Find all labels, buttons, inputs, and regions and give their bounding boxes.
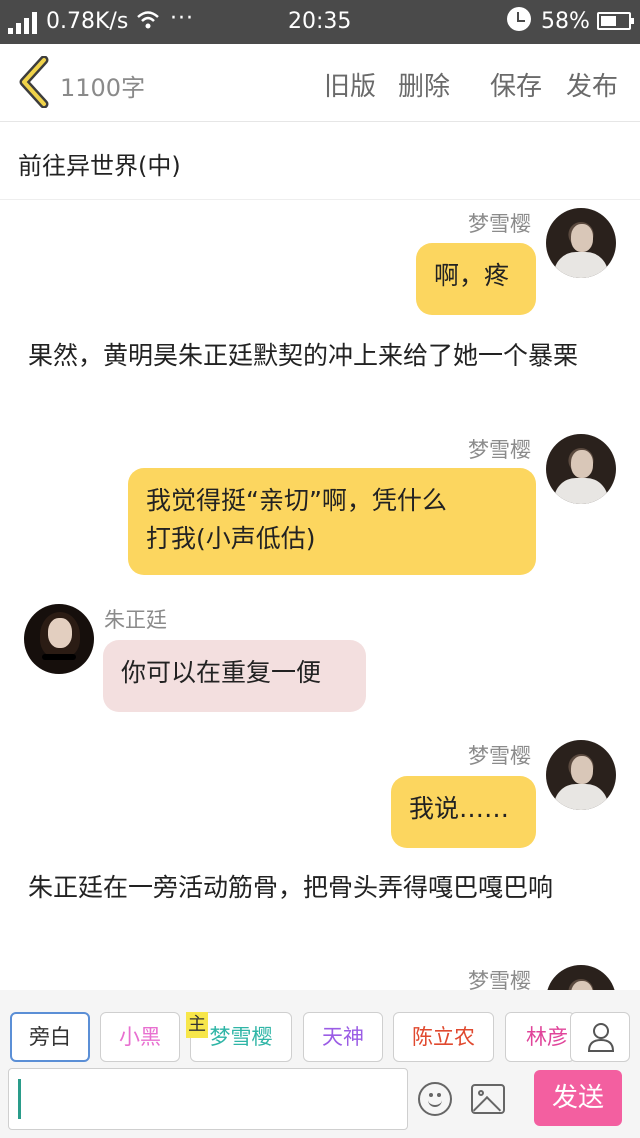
chevron-left-icon (19, 55, 49, 109)
avatar[interactable] (546, 740, 616, 810)
message-bubble[interactable]: 你可以在重复一便 (103, 640, 366, 712)
status-bar: 0.78K/s ··· 20:35 58% (0, 0, 640, 44)
character-chip[interactable]: 林彦 (505, 1012, 575, 1062)
user-icon (587, 1023, 615, 1052)
wifi-icon (136, 9, 160, 36)
signal-icon (8, 12, 40, 34)
message-line: 我觉得挺“亲切”啊，凭什么 (146, 486, 447, 515)
more-indicator-icon: ··· (170, 6, 194, 31)
message-line: 打我(小声低估) (146, 524, 316, 553)
alarm-icon (507, 7, 531, 31)
speaker-name: 梦雪樱 (468, 212, 531, 236)
chapter-title-field[interactable]: 前往异世界(中) (0, 122, 640, 200)
old-version-button[interactable]: 旧版 (324, 66, 376, 103)
narration-text[interactable]: 果然，黄明昊朱正廷默契的冲上来给了她一个暴栗 (28, 340, 618, 372)
message-bubble[interactable]: 啊，疼 (416, 243, 536, 315)
character-chip-narrator[interactable]: 旁白 (10, 1012, 90, 1062)
speaker-name: 梦雪樱 (468, 744, 531, 768)
emoji-icon[interactable] (418, 1082, 452, 1116)
protagonist-badge: 主 (186, 1012, 208, 1038)
word-count: 1100字 (60, 74, 146, 102)
speaker-name: 朱正廷 (104, 608, 167, 632)
character-chip[interactable]: 小黑 (100, 1012, 180, 1062)
back-button[interactable] (14, 55, 54, 109)
caret (18, 1079, 21, 1119)
manage-characters-button[interactable] (570, 1012, 630, 1062)
clock: 20:35 (288, 9, 352, 34)
chapter-title: 前往异世界(中) (18, 152, 181, 180)
speaker-name: 梦雪樱 (468, 438, 531, 462)
delete-button[interactable]: 删除 (398, 66, 450, 103)
image-icon[interactable] (471, 1084, 505, 1114)
avatar[interactable] (546, 434, 616, 504)
battery-icon (597, 12, 634, 30)
send-button[interactable]: 发送 (534, 1070, 622, 1126)
character-chip[interactable]: 天神 (303, 1012, 383, 1062)
network-speed: 0.78K/s (46, 9, 129, 34)
character-chip[interactable]: 陈立农 (393, 1012, 494, 1062)
battery-percent: 58% (541, 9, 590, 34)
narration-text[interactable]: 朱正廷在一旁活动筋骨，把骨头弄得嘎巴嘎巴响 (28, 872, 618, 904)
message-bubble[interactable]: 我说…… (391, 776, 536, 848)
avatar[interactable] (24, 604, 94, 674)
editor-toolbar: 1100字 旧版 删除 保存 发布 (0, 44, 640, 122)
publish-button[interactable]: 发布 (566, 66, 618, 103)
character-selector: 旁白 小黑 梦雪樱 天神 陈立农 林彦 (0, 990, 640, 1066)
message-input[interactable] (8, 1068, 408, 1130)
save-button[interactable]: 保存 (490, 66, 542, 103)
input-bar: 发送 (0, 1066, 640, 1138)
avatar[interactable] (546, 208, 616, 278)
message-bubble[interactable]: 我觉得挺“亲切”啊，凭什么 打我(小声低估) (128, 468, 536, 575)
